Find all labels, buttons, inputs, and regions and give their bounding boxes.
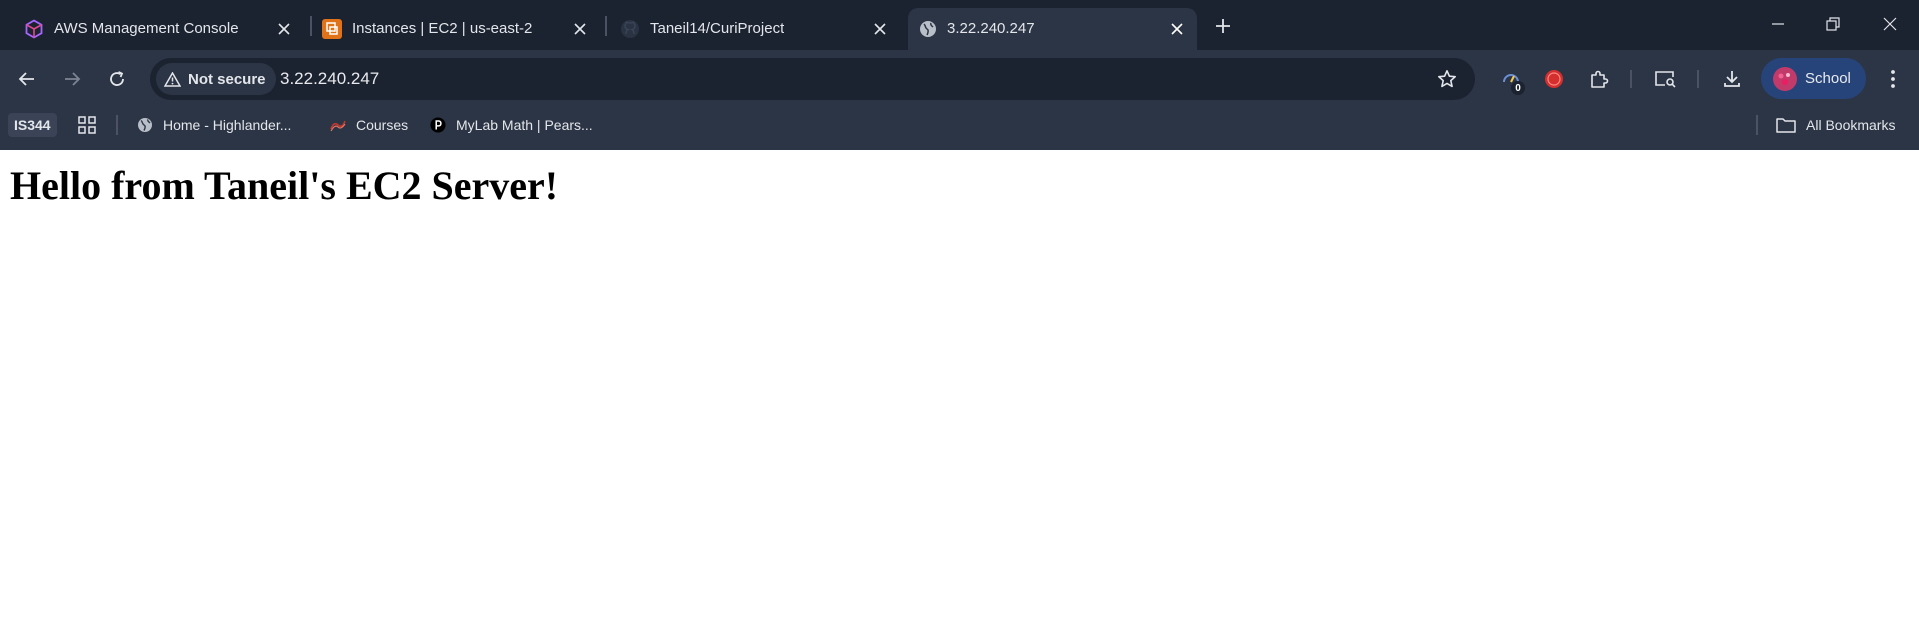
bookmark-label: Courses	[356, 117, 409, 133]
bookmark-is344[interactable]: IS344	[8, 113, 57, 137]
courses-icon	[330, 117, 346, 133]
new-tab-button[interactable]	[1211, 14, 1235, 38]
close-window-button[interactable]	[1872, 10, 1908, 38]
apps-grid-icon	[78, 116, 96, 134]
close-icon[interactable]	[570, 19, 590, 39]
bookmark-highlander[interactable]: Home - Highlander...	[137, 107, 291, 143]
all-bookmarks-button[interactable]: All Bookmarks	[1776, 107, 1895, 143]
close-icon[interactable]	[870, 19, 890, 39]
bookmark-label: MyLab Math | Pears...	[456, 117, 593, 133]
apps-button[interactable]	[78, 107, 96, 143]
all-bookmarks-label: All Bookmarks	[1806, 117, 1896, 133]
restore-icon	[1826, 17, 1840, 31]
arrow-right-icon	[65, 72, 81, 86]
download-icon	[1724, 71, 1740, 87]
toolbar-separator	[1630, 70, 1632, 88]
cast-search-button[interactable]	[1650, 64, 1680, 94]
globe-icon	[137, 117, 153, 133]
close-icon	[1883, 17, 1897, 31]
extension-button[interactable]	[1539, 64, 1569, 94]
minimize-button[interactable]	[1760, 10, 1796, 38]
address-bar[interactable]: Not secure 3.22.240.247	[150, 58, 1475, 100]
github-icon	[620, 19, 640, 39]
ec2-icon	[322, 19, 342, 39]
globe-icon	[918, 19, 938, 39]
profile-button[interactable]: School	[1761, 58, 1866, 99]
aws-cube-icon	[24, 19, 44, 39]
web-page: Hello from Taneil's EC2 Server!	[0, 150, 1919, 626]
bookmark-label: Home - Highlander...	[163, 117, 292, 133]
screen-search-icon	[1655, 71, 1676, 88]
bookmarks-bar: IS344 Home - Highlander... Courses MyLab…	[0, 107, 1919, 150]
tab-title: 3.22.240.247	[947, 20, 1035, 37]
site-info-button[interactable]: Not secure	[156, 63, 276, 95]
plus-icon	[1216, 19, 1230, 33]
bookmark-separator	[1756, 115, 1758, 135]
more-vert-icon	[1891, 70, 1895, 88]
warning-icon	[164, 71, 181, 87]
reload-button[interactable]	[102, 64, 132, 94]
extensions-menu-button[interactable]	[1584, 64, 1614, 94]
close-icon[interactable]	[1167, 19, 1187, 39]
forward-button[interactable]	[57, 64, 87, 94]
page-heading: Hello from Taneil's EC2 Server!	[10, 163, 559, 208]
back-button[interactable]	[12, 64, 42, 94]
puzzle-icon	[1591, 70, 1609, 88]
bookmark-courses[interactable]: Courses	[330, 107, 408, 143]
menu-button[interactable]	[1878, 64, 1908, 94]
close-icon[interactable]	[274, 19, 294, 39]
toolbar-separator	[1697, 70, 1699, 88]
avatar	[1773, 66, 1797, 91]
extension-record-icon	[1545, 70, 1563, 88]
arrow-left-icon	[18, 72, 34, 86]
security-label: Not secure	[188, 70, 266, 88]
tab-title: Instances | EC2 | us-east-2	[352, 20, 533, 37]
url-text[interactable]: 3.22.240.247	[280, 58, 379, 100]
toolbar: Not secure 3.22.240.247 School	[0, 50, 1919, 107]
tab-strip: AWS Management Console Instances | EC2 |…	[0, 0, 1919, 50]
folder-icon	[1776, 117, 1796, 133]
tab-ec2-server[interactable]: 3.22.240.247	[908, 8, 1197, 50]
tab-title: AWS Management Console	[54, 20, 239, 37]
bookmark-star-icon[interactable]	[1437, 69, 1457, 89]
restore-button[interactable]	[1815, 10, 1851, 38]
tab-title: Taneil14/CuriProject	[650, 20, 785, 37]
tab-github-project[interactable]: Taneil14/CuriProject	[596, 8, 896, 50]
minimize-icon	[1772, 23, 1784, 25]
reload-icon	[110, 71, 124, 86]
downloads-button[interactable]	[1717, 64, 1747, 94]
tab-ec2-instances[interactable]: Instances | EC2 | us-east-2	[297, 8, 597, 50]
bookmark-separator	[116, 115, 118, 135]
extension-badge: 0	[1511, 81, 1525, 95]
tab-aws-console[interactable]: AWS Management Console	[0, 8, 300, 50]
profile-label: School	[1805, 70, 1851, 87]
bookmark-mylab[interactable]: MyLab Math | Pears...	[430, 107, 593, 143]
pearson-icon	[430, 117, 446, 133]
